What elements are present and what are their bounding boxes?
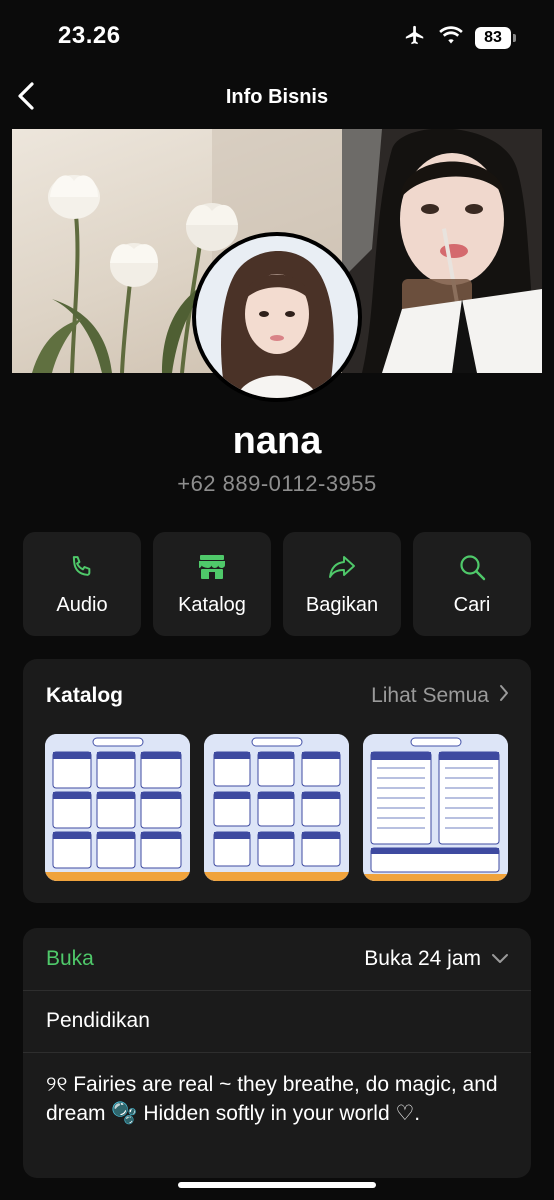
catalog-label: Katalog bbox=[178, 593, 246, 616]
status-bar: 23.26 83 bbox=[0, 0, 554, 72]
business-hours-row[interactable]: Buka Buka 24 jam bbox=[23, 928, 531, 991]
profile-phone[interactable]: +62 889-0112-3955 bbox=[0, 471, 554, 497]
catalog-item-1[interactable] bbox=[45, 734, 190, 881]
catalog-item-3[interactable] bbox=[363, 734, 508, 881]
home-indicator[interactable] bbox=[178, 1182, 376, 1188]
catalog-item-2[interactable] bbox=[204, 734, 349, 881]
catalog-button[interactable]: Katalog bbox=[153, 532, 271, 636]
airplane-icon bbox=[403, 24, 427, 51]
open-status: Buka bbox=[46, 947, 94, 970]
header: Info Bisnis bbox=[0, 72, 554, 128]
business-hours: Buka 24 jam bbox=[364, 947, 509, 971]
search-button[interactable]: Cari bbox=[413, 532, 531, 636]
share-label: Bagikan bbox=[305, 593, 379, 616]
share-icon bbox=[327, 552, 357, 582]
avatar[interactable] bbox=[192, 232, 362, 402]
see-all-link[interactable]: Lihat Semua bbox=[371, 684, 509, 708]
status-icons: 83 bbox=[403, 24, 516, 51]
store-icon bbox=[197, 552, 227, 582]
catalog-thumbnails bbox=[45, 734, 508, 881]
chevron-right-icon bbox=[499, 684, 509, 708]
business-category: Pendidikan bbox=[46, 1009, 150, 1032]
share-button[interactable]: Bagikan bbox=[283, 532, 401, 636]
wifi-icon bbox=[439, 25, 463, 50]
catalog-section: Katalog Lihat Semua bbox=[23, 659, 531, 903]
battery-level: 83 bbox=[475, 26, 511, 49]
status-time: 23.26 bbox=[58, 22, 121, 49]
business-category-row: Pendidikan bbox=[23, 991, 531, 1053]
audio-button[interactable]: Audio bbox=[23, 532, 141, 636]
audio-label: Audio bbox=[56, 593, 108, 616]
business-description: ୨୧ Fairies are real ~ they breathe, do m… bbox=[46, 1073, 498, 1125]
page-title: Info Bisnis bbox=[225, 86, 329, 108]
business-info-section: Buka Buka 24 jam Pendidikan ୨୧ Fairies a… bbox=[23, 928, 531, 1178]
phone-icon bbox=[68, 552, 96, 582]
profile-name: nana bbox=[232, 420, 322, 462]
search-label: Cari bbox=[453, 593, 491, 616]
cover-portrait-image bbox=[342, 129, 542, 373]
action-buttons: Audio Katalog Bagikan Cari bbox=[23, 532, 531, 636]
business-hours-value: Buka 24 jam bbox=[364, 947, 481, 970]
catalog-title: Katalog bbox=[46, 684, 124, 707]
search-icon bbox=[458, 552, 486, 582]
chevron-down-icon bbox=[491, 947, 509, 971]
battery-icon: 83 bbox=[475, 26, 516, 49]
see-all-label: Lihat Semua bbox=[371, 684, 489, 707]
